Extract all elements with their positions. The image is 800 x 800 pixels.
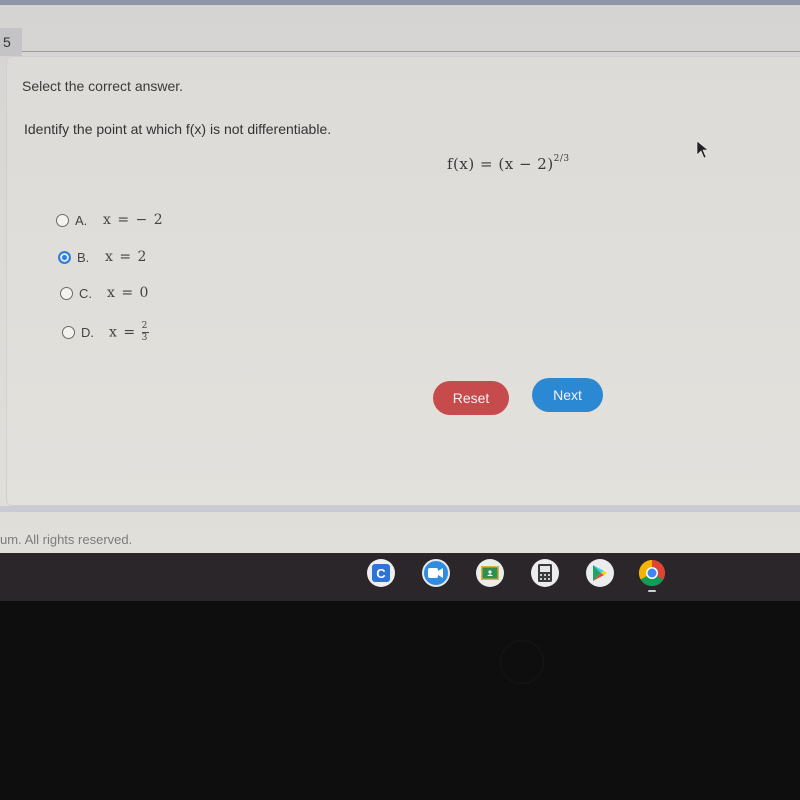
formula-rhs: (x − 2) <box>498 155 554 173</box>
option-letter: D. <box>81 325 94 340</box>
option-a[interactable]: A. x = − 2 <box>56 212 164 228</box>
laptop-screen: 5 Select the correct answer. Identify th… <box>0 0 800 800</box>
formula-lhs: f(x) <box>447 155 475 173</box>
video-camera-glyph <box>428 568 443 578</box>
option-letter: B. <box>77 249 90 265</box>
question-prompt: Identify the point at which f(x) is not … <box>24 121 332 137</box>
option-d[interactable]: D. x = 2 3 <box>62 322 149 343</box>
copyright-text: um. All rights reserved. <box>0 532 133 547</box>
google-classroom-icon[interactable] <box>476 559 504 587</box>
radio-a[interactable] <box>56 213 69 227</box>
reset-button[interactable]: Reset <box>433 381 509 415</box>
option-value-prefix: x = <box>109 324 137 341</box>
function-formula: f(x) = (x − 2)2/3 <box>447 154 570 173</box>
chrome-logo-glyph <box>638 559 666 587</box>
calculator-glyph <box>538 564 552 582</box>
chrome-icon[interactable] <box>638 559 666 587</box>
option-letter: C. <box>79 285 92 301</box>
mouse-cursor-icon <box>696 140 709 159</box>
calculator-icon[interactable] <box>531 559 559 587</box>
classkick-icon[interactable]: C <box>367 559 395 587</box>
header-divider <box>22 51 800 52</box>
laptop-bezel <box>0 601 800 800</box>
option-value: x = 0 <box>107 285 150 301</box>
option-letter: A. <box>75 212 88 228</box>
card-bottom-edge <box>0 506 800 512</box>
formula-exponent: 2/3 <box>553 154 570 164</box>
radio-d[interactable] <box>62 326 75 339</box>
play-store-icon[interactable] <box>586 559 614 587</box>
next-button[interactable]: Next <box>532 378 603 412</box>
instruction-text: Select the correct answer. <box>22 78 184 94</box>
radio-b-selected[interactable] <box>58 250 71 264</box>
classkick-glyph: C <box>372 564 390 582</box>
fraction: 2 3 <box>141 321 149 343</box>
radio-c[interactable] <box>60 286 73 300</box>
question-number: 5 <box>0 28 22 56</box>
zoom-video-icon[interactable] <box>422 559 450 587</box>
fraction-numerator: 2 <box>141 321 149 331</box>
option-value: x = 2 <box>105 249 148 265</box>
fraction-denominator: 3 <box>141 333 149 343</box>
active-app-indicator <box>648 590 656 592</box>
option-c[interactable]: C. x = 0 <box>60 285 149 301</box>
play-triangle-glyph <box>593 565 607 581</box>
option-value: x = − 2 <box>103 212 164 228</box>
option-value: x = 2 3 <box>109 322 149 343</box>
hp-logo-icon <box>500 640 544 684</box>
option-b[interactable]: B. x = 2 <box>58 249 147 265</box>
classroom-board-glyph <box>481 566 499 580</box>
chromeos-shelf <box>0 553 800 601</box>
formula-equals: = <box>480 155 494 173</box>
